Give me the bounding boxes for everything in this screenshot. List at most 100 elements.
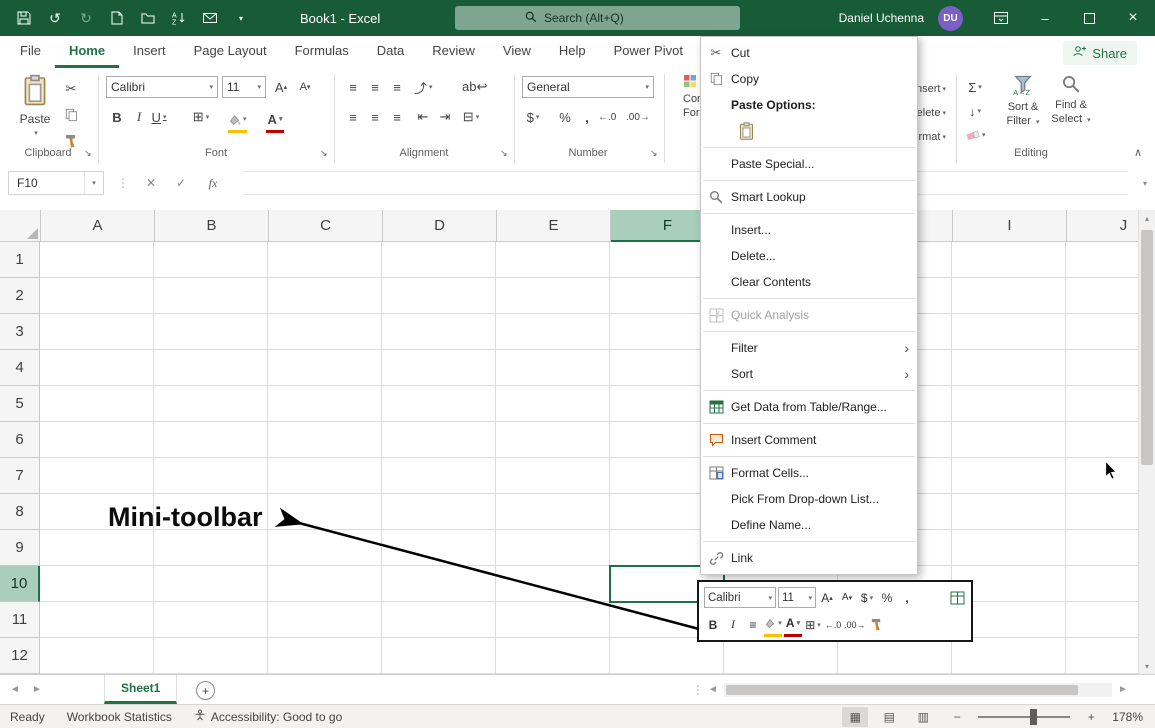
menu-item-get-data-from-table-range[interactable]: Get Data from Table/Range... (701, 394, 917, 420)
menu-item-link[interactable]: Link (701, 545, 917, 571)
cell-J7[interactable] (1066, 458, 1138, 494)
cell-B12[interactable] (154, 638, 268, 674)
tab-formulas[interactable]: Formulas (281, 36, 363, 68)
fill-button[interactable]: ↓▾ (966, 100, 984, 122)
tab-help[interactable]: Help (545, 36, 600, 68)
zoom-level[interactable]: 178% (1112, 710, 1143, 724)
font-color-button[interactable]: A▾ (266, 108, 284, 133)
tab-data[interactable]: Data (363, 36, 418, 68)
cell-D10[interactable] (382, 566, 496, 602)
row-header-11[interactable]: 11 (0, 602, 40, 638)
top-align-button[interactable]: ≡ (344, 76, 362, 98)
decrease-indent-button[interactable]: ⇤ (414, 106, 432, 128)
paste-button[interactable]: Paste ▾ (12, 74, 58, 154)
cell-D5[interactable] (382, 386, 496, 422)
mini-table-icon[interactable] (948, 587, 966, 608)
vertical-scrollbar[interactable]: ▴ ▾ (1138, 210, 1155, 674)
mini-font-size-select[interactable]: 11▾ (778, 587, 816, 608)
cell-I4[interactable] (952, 350, 1066, 386)
cell-A5[interactable] (40, 386, 154, 422)
column-header-D[interactable]: D (383, 210, 497, 242)
mini-decrease-font-button[interactable]: A▾ (838, 587, 856, 608)
column-header-B[interactable]: B (155, 210, 269, 242)
align-right-button[interactable]: ≡ (388, 106, 406, 128)
cell-B9[interactable] (154, 530, 268, 566)
maximize-button[interactable] (1067, 0, 1111, 36)
cell-J12[interactable] (1066, 638, 1138, 674)
bottom-align-button[interactable]: ≡ (388, 76, 406, 98)
menu-item-pick-from-drop-down-list[interactable]: Pick From Drop-down List... (701, 486, 917, 512)
menu-item-copy[interactable]: Copy (701, 66, 917, 92)
cell-C3[interactable] (268, 314, 382, 350)
cell-D12[interactable] (382, 638, 496, 674)
cell-J1[interactable] (1066, 242, 1138, 278)
column-header-I[interactable]: I (953, 210, 1067, 242)
tab-power-pivot[interactable]: Power Pivot (600, 36, 697, 68)
tab-view[interactable]: View (489, 36, 545, 68)
cell-E5[interactable] (496, 386, 610, 422)
mini-center-button[interactable]: ≡ (744, 614, 762, 635)
tab-page-layout[interactable]: Page Layout (180, 36, 281, 68)
mini-font-name-select[interactable]: Calibri▾ (704, 587, 776, 608)
italic-button[interactable]: I (130, 106, 148, 128)
cell-E1[interactable] (496, 242, 610, 278)
cell-B4[interactable] (154, 350, 268, 386)
sort-filter-button[interactable]: A→Z Sort & Filter ▾ (1000, 74, 1046, 154)
orientation-button[interactable]: ⤴▾ (414, 76, 433, 98)
tab-home[interactable]: Home (55, 36, 119, 68)
row-header-3[interactable]: 3 (0, 314, 40, 350)
tab-insert[interactable]: Insert (119, 36, 180, 68)
close-button[interactable]: × (1111, 0, 1155, 36)
underline-button[interactable]: U▾ (150, 106, 168, 128)
mini-fill-color-button[interactable]: ▾ (764, 613, 782, 637)
cancel-icon[interactable]: ✕ (138, 171, 164, 195)
sheet-tab-sheet1[interactable]: Sheet1 (104, 675, 177, 704)
customize-quick-access-icon[interactable]: ▾ (233, 10, 249, 26)
page-break-view-button[interactable]: ▥ (910, 707, 936, 727)
cell-J5[interactable] (1066, 386, 1138, 422)
cell-J4[interactable] (1066, 350, 1138, 386)
cell-B2[interactable] (154, 278, 268, 314)
cell-A9[interactable] (40, 530, 154, 566)
collapse-ribbon-icon[interactable]: ∧ (1134, 146, 1142, 159)
cell-B10[interactable] (154, 566, 268, 602)
cell-J10[interactable] (1066, 566, 1138, 602)
clipboard-dialog-launcher-icon[interactable]: ↘ (84, 148, 92, 159)
row-header-2[interactable]: 2 (0, 278, 40, 314)
mini-format-painter-button[interactable] (868, 614, 886, 635)
cell-C9[interactable] (268, 530, 382, 566)
select-all-corner[interactable] (0, 210, 41, 242)
cell-D11[interactable] (382, 602, 496, 638)
cell-B6[interactable] (154, 422, 268, 458)
cell-J6[interactable] (1066, 422, 1138, 458)
cell-I3[interactable] (952, 314, 1066, 350)
ribbon-display-options-icon[interactable] (979, 0, 1023, 36)
zoom-slider[interactable] (978, 716, 1070, 718)
menu-item-define-name[interactable]: Define Name... (701, 512, 917, 538)
menu-item-paste-option[interactable] (701, 118, 917, 144)
cell-A7[interactable] (40, 458, 154, 494)
share-button[interactable]: Share (1063, 41, 1137, 65)
row-header-8[interactable]: 8 (0, 494, 40, 530)
cell-E6[interactable] (496, 422, 610, 458)
cell-I12[interactable] (952, 638, 1066, 674)
bold-button[interactable]: B (108, 106, 126, 128)
cell-B11[interactable] (154, 602, 268, 638)
middle-align-button[interactable]: ≡ (366, 76, 384, 98)
fill-color-button[interactable]: ▾ (228, 108, 247, 133)
cell-D8[interactable] (382, 494, 496, 530)
cell-A12[interactable] (40, 638, 154, 674)
cell-E8[interactable] (496, 494, 610, 530)
increase-indent-button[interactable]: ⇥ (436, 106, 454, 128)
name-box[interactable]: F10 ▾ (8, 171, 104, 195)
cell-F12[interactable] (610, 638, 724, 674)
cell-C4[interactable] (268, 350, 382, 386)
cell-E7[interactable] (496, 458, 610, 494)
expand-formula-bar-icon[interactable]: ▾ (1132, 171, 1155, 195)
new-sheet-button[interactable]: + (196, 681, 215, 700)
cell-I5[interactable] (952, 386, 1066, 422)
scroll-up-icon[interactable]: ▴ (1139, 210, 1155, 226)
align-left-button[interactable]: ≡ (344, 106, 362, 128)
search-box[interactable]: Search (Alt+Q) (455, 6, 740, 30)
cell-D7[interactable] (382, 458, 496, 494)
